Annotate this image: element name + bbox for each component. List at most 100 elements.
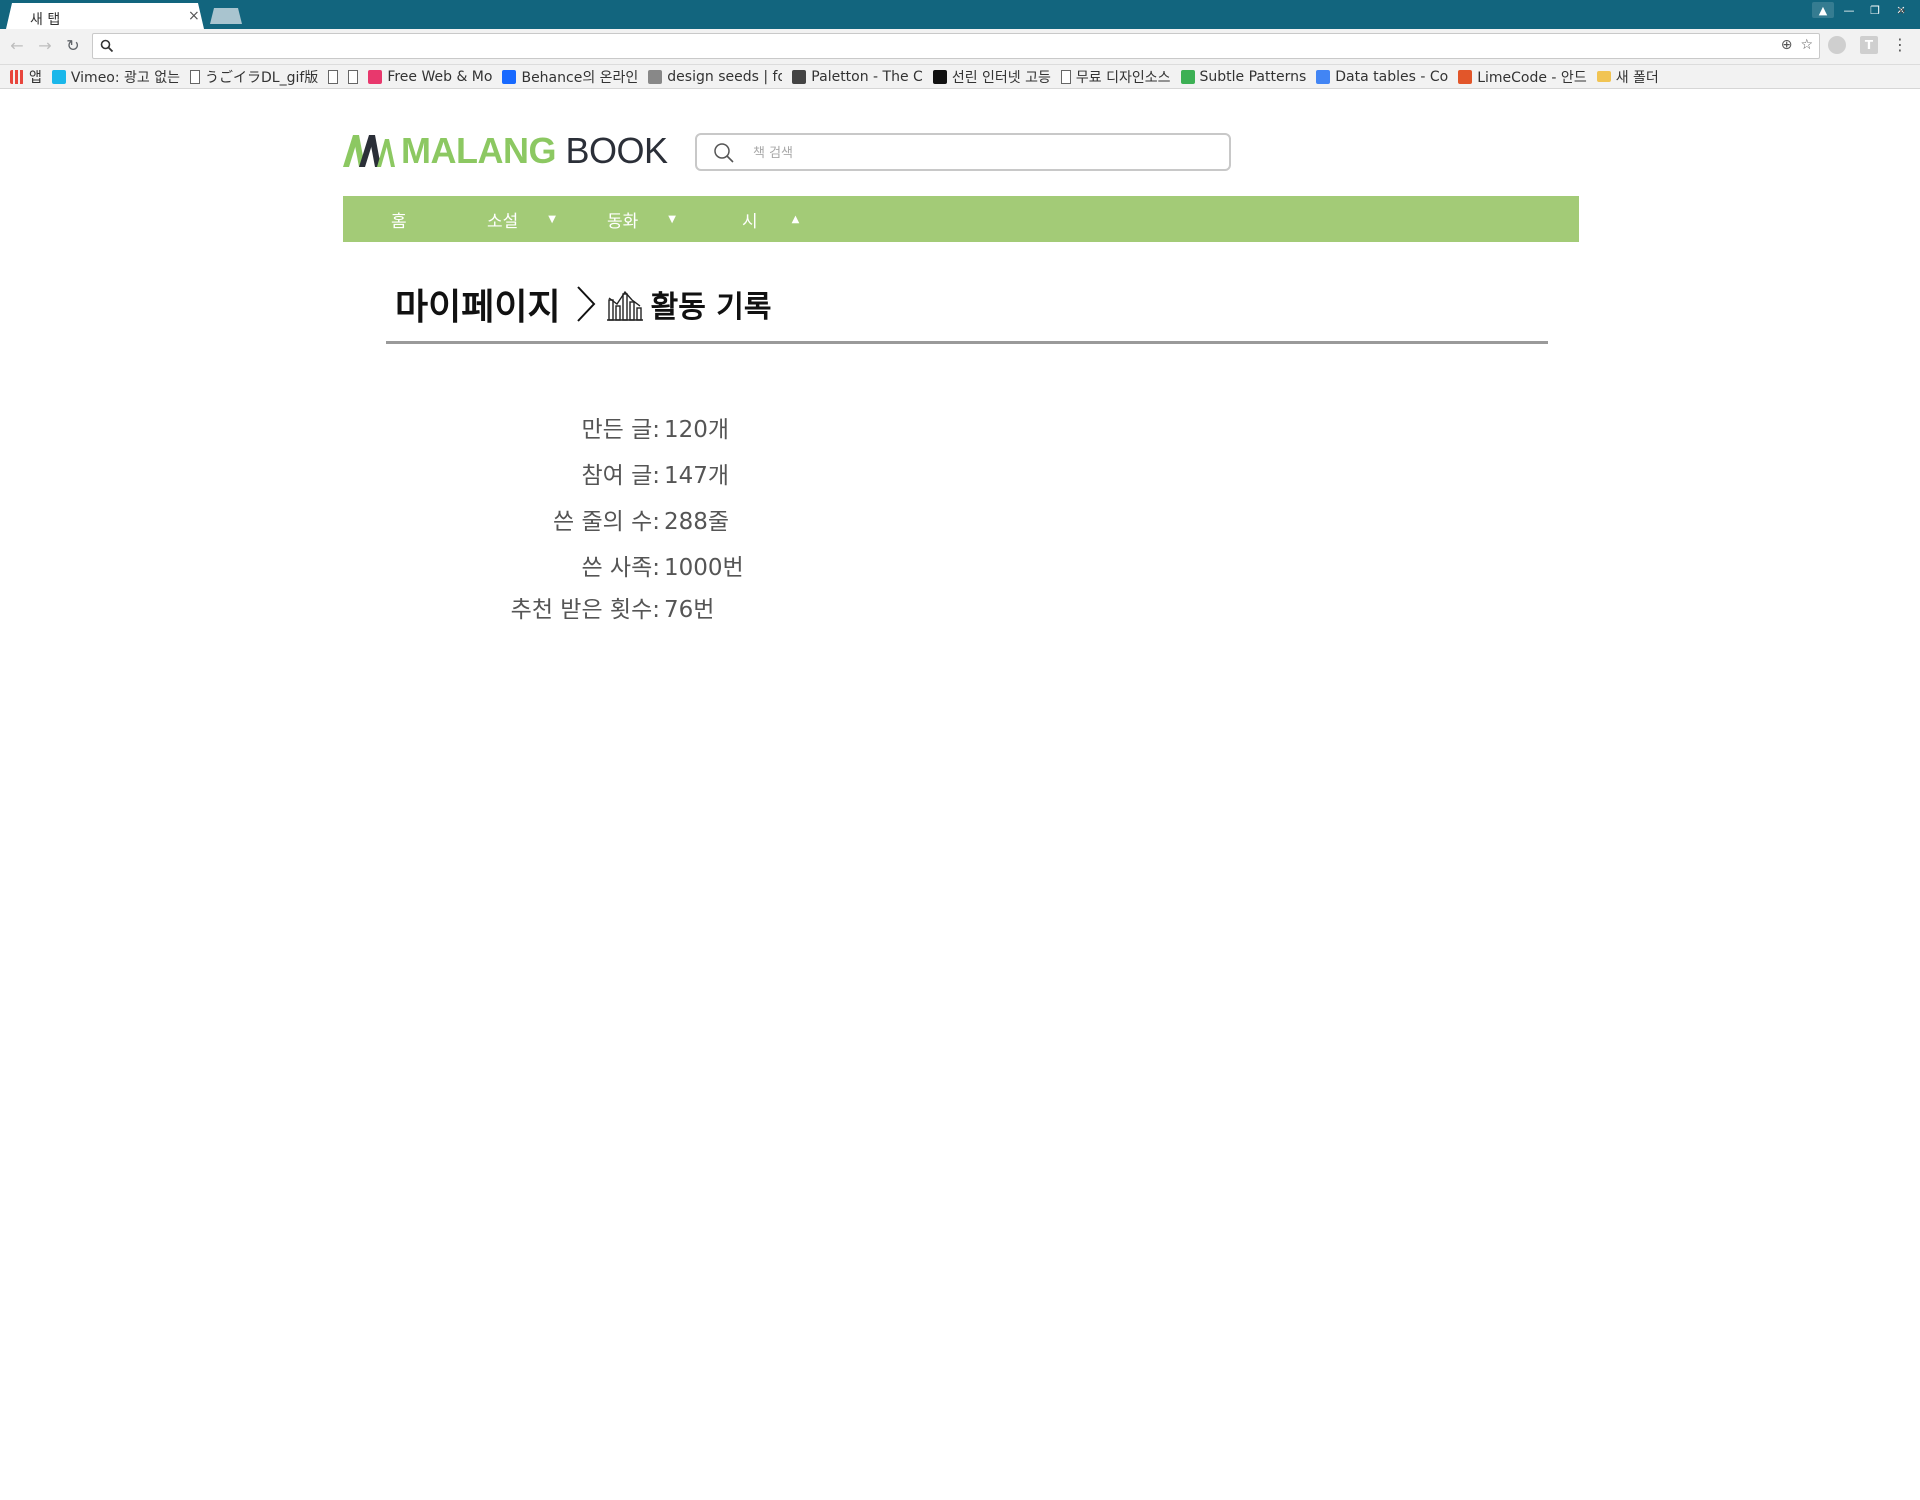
nav-item-label: 홈 [391, 211, 407, 232]
stat-value: 120개 [664, 417, 730, 443]
behance-icon [502, 69, 517, 84]
profile-icon[interactable]: ▲ [1812, 2, 1834, 18]
stat-row-sajok-written: 쓴 사족: 1000번 [400, 548, 900, 582]
breadcrumb-current: 활동 기록 [650, 290, 772, 325]
nav-item-label: 소설 [487, 211, 519, 232]
bookmark-label: 앱 [29, 69, 42, 86]
browser-toolbar: ← → ↻ ⊕ ☆ T ⋮ [0, 29, 1920, 65]
minimize-icon[interactable]: — [1838, 2, 1860, 18]
nav-item-home[interactable]: 홈 [391, 196, 407, 242]
stat-label: 만든 글: [581, 417, 660, 443]
bookmark-label: Free Web & Mo [387, 68, 493, 85]
page-icon [190, 69, 201, 84]
bookmarks-overflow-icon[interactable]: » [1897, 3, 1906, 19]
tab-close-icon[interactable]: × [188, 8, 200, 24]
back-arrow-icon[interactable]: ← [8, 37, 26, 55]
chevron-right-icon [576, 286, 595, 322]
sunrin-icon [932, 69, 947, 84]
nav-item-label: 시 [742, 211, 758, 232]
stat-value: 288줄 [664, 509, 730, 535]
logo-text-malang: MALANG [401, 130, 556, 171]
site-logo[interactable]: MALANG BOOK [343, 130, 668, 172]
limecode-icon [1458, 69, 1473, 84]
bookmark-label: 새 폴더 [1615, 69, 1659, 86]
browser-tabstrip: 새 탭 × ▲ — ❐ ✕ [0, 0, 1920, 29]
bookmark-star-icon[interactable]: ☆ [1800, 37, 1813, 53]
dropup-arrow-icon: ▲ [791, 213, 800, 225]
nav-item-fairytale[interactable]: 동화 ▼ [607, 196, 676, 242]
breadcrumb: 마이페이지 활동 기록 [395, 276, 771, 332]
address-input[interactable] [121, 36, 1741, 56]
page-icon [328, 69, 339, 84]
page-icon [348, 69, 359, 84]
google-icon [1316, 69, 1331, 84]
bookmark-item[interactable]: うごイラDL_gif版 [190, 67, 318, 87]
activity-chart-icon [606, 290, 643, 321]
stat-label: 참여 글: [581, 463, 660, 489]
restore-icon[interactable]: ❐ [1864, 2, 1886, 18]
tab-title: 새 탭 [30, 12, 61, 28]
bookmark-item[interactable]: design seeds | fo [648, 69, 782, 85]
omnibox-search-icon [100, 39, 114, 53]
zoom-icon[interactable]: ⊕ [1781, 37, 1793, 53]
design-seeds-icon [648, 69, 663, 84]
nav-item-label: 동화 [607, 211, 639, 232]
stat-value: 147개 [664, 463, 730, 489]
stat-label: 쓴 사족: [581, 555, 660, 581]
bookmark-item[interactable]: Behance의 온라인 [502, 67, 638, 87]
bookmark-item[interactable]: LimeCode - 안드 [1458, 67, 1587, 87]
bookmark-label: LimeCode - 안드 [1477, 69, 1587, 86]
stat-value: 1000번 [664, 555, 744, 581]
extension-t-icon[interactable]: T [1860, 35, 1878, 54]
address-bar[interactable]: ⊕ ☆ [92, 33, 1820, 59]
bookmark-item[interactable]: Paletton - The C [792, 69, 923, 85]
bookmark-label: 선린 인터넷 고등 [951, 69, 1051, 86]
main-nav: 홈 소설 ▼ 동화 ▼ 시 ▲ [343, 196, 1579, 242]
bookmark-item[interactable]: 앱 [10, 67, 42, 87]
bookmark-item[interactable]: Free Web & Mo [368, 69, 492, 85]
bookmark-label: Data tables - Co [1335, 68, 1449, 85]
dropdown-arrow-icon: ▼ [548, 213, 556, 225]
page-icon [1060, 69, 1071, 84]
bookmark-item[interactable]: 무료 디자인소스 [1060, 67, 1171, 87]
stat-label: 쓴 줄의 수: [552, 509, 660, 535]
nav-item-poem[interactable]: 시 ▲ [742, 196, 799, 242]
forward-arrow-icon[interactable]: → [36, 37, 54, 55]
search-icon [714, 143, 734, 163]
reload-icon[interactable]: ↻ [64, 37, 82, 55]
browser-menu-icon[interactable]: ⋮ [1892, 35, 1908, 54]
paletton-icon [792, 69, 807, 84]
vimeo-icon [51, 69, 66, 84]
apps-grid-icon [10, 69, 24, 84]
bookmark-label: Vimeo: 광고 없는 [70, 69, 181, 86]
bookmark-label: Subtle Patterns [1199, 68, 1307, 85]
bookmark-label: 무료 디자인소스 [1075, 69, 1171, 86]
bookmark-item[interactable]: Data tables - Co [1316, 69, 1448, 85]
stat-row-joined-posts: 참여 글: 147개 [400, 456, 900, 490]
logo-mark-icon [343, 135, 395, 167]
bookmark-label: Paletton - The C [811, 68, 923, 85]
browser-tab-active[interactable]: 새 탭 × [6, 3, 204, 29]
dropdown-arrow-icon: ▼ [668, 213, 676, 225]
book-search-box[interactable] [695, 133, 1231, 171]
site-header: MALANG BOOK [343, 128, 1579, 180]
logo-text-book: BOOK [565, 130, 669, 171]
stat-row-recommendations: 추천 받은 횟수: 76번 [400, 590, 900, 624]
bookmark-item[interactable]: 새 폴더 [1596, 67, 1659, 87]
extension-globe-icon[interactable] [1828, 35, 1846, 54]
book-search-input[interactable] [753, 142, 1213, 164]
bookmark-item[interactable]: 선린 인터넷 고등 [932, 67, 1051, 87]
bookmark-item[interactable]: Subtle Patterns [1180, 68, 1307, 85]
bookmarks-bar: 앱 Vimeo: 광고 없는 うごイラDL_gif版 Free Web & Mo Beh… [0, 65, 1920, 89]
nav-item-novel[interactable]: 소설 ▼ [487, 196, 556, 242]
stat-value: 76번 [664, 597, 715, 623]
breadcrumb-mypage[interactable]: 마이페이지 [395, 278, 561, 330]
subtle-patterns-icon [1180, 69, 1195, 84]
bookmark-item[interactable]: Vimeo: 광고 없는 [51, 67, 181, 87]
invision-icon [368, 69, 383, 84]
bookmark-label: design seeds | fo [667, 68, 783, 85]
bookmark-label: Behance의 온라인 [521, 69, 639, 86]
bookmark-item[interactable] [328, 69, 339, 84]
new-tab-button[interactable] [210, 8, 242, 24]
bookmark-item[interactable] [348, 69, 359, 84]
